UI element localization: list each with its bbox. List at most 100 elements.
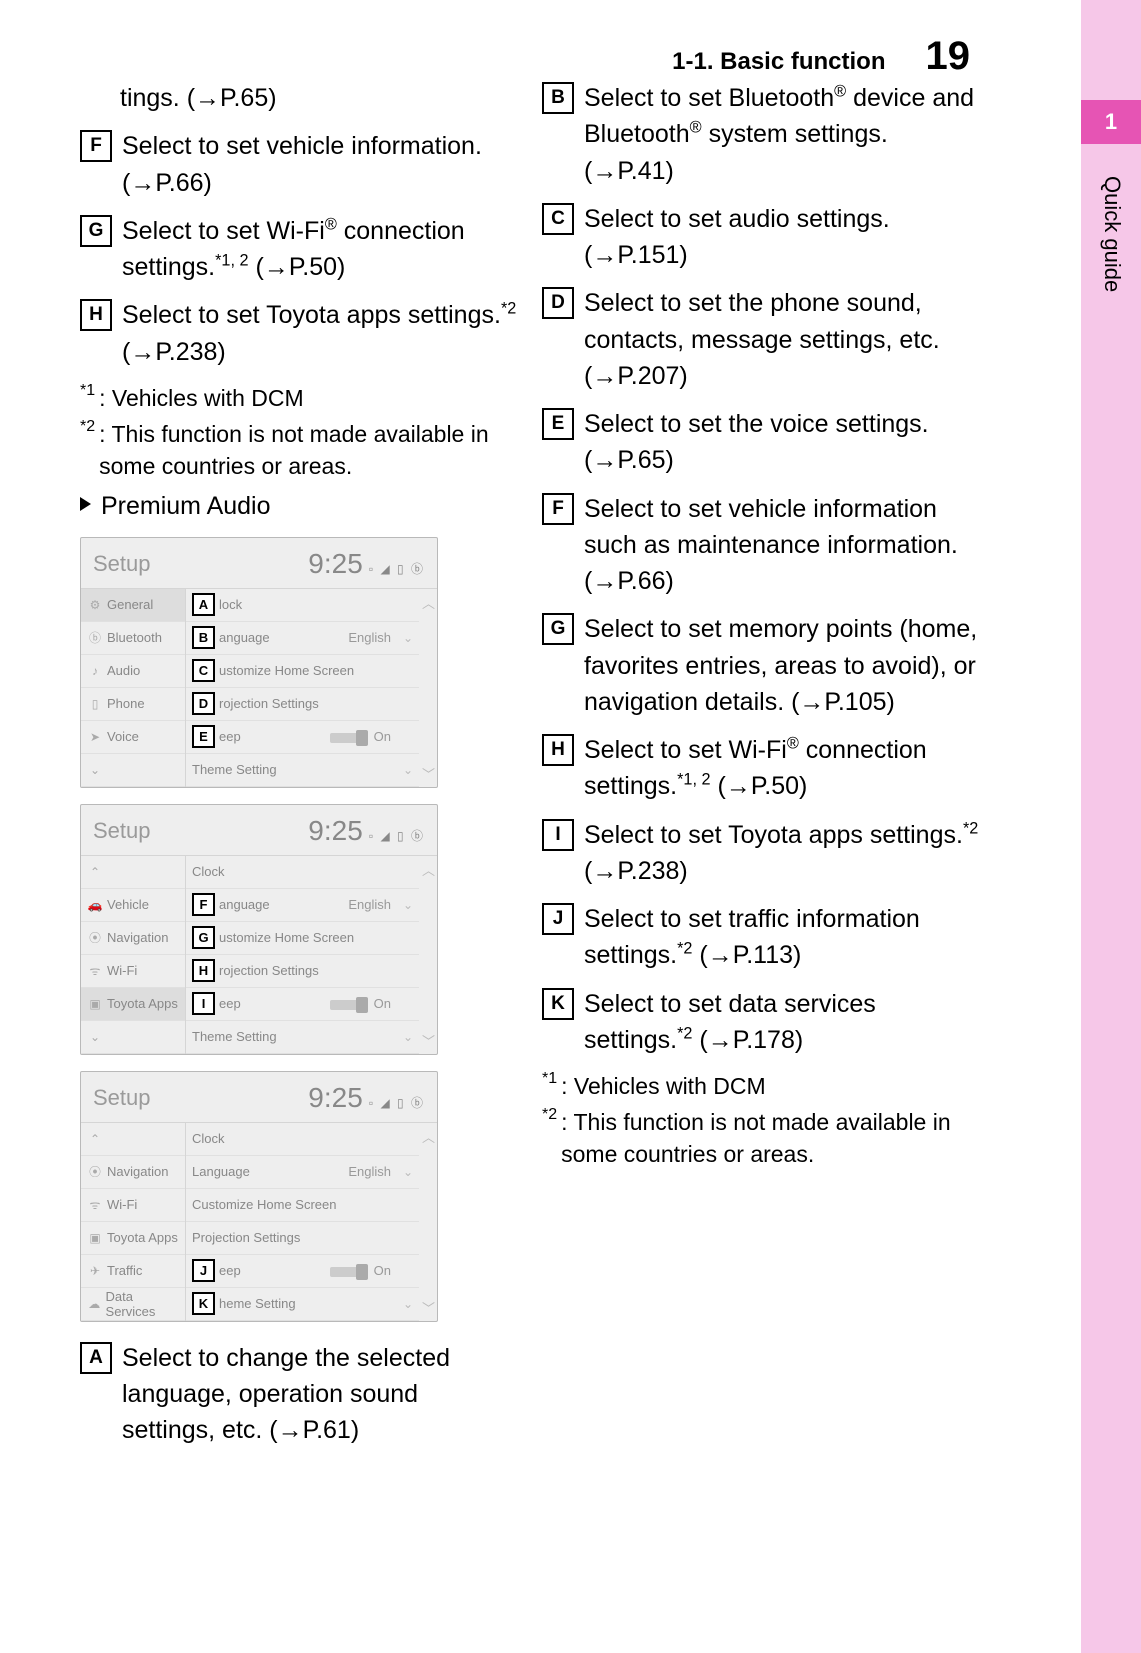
clock-time: 9:25 (308, 548, 363, 579)
scroll-up-icon[interactable]: ︿ (422, 860, 435, 879)
nav-label: Toyota Apps (107, 996, 178, 1011)
nav-icon: ⓑ (87, 629, 103, 646)
list-item: CSelect to set audio settings. (→P.151) (542, 201, 980, 274)
nav-label: Data Services (106, 1289, 179, 1319)
row-label: lock (219, 597, 242, 612)
scroll-down-icon[interactable]: ﹀ (422, 1031, 435, 1050)
list-item: KSelect to set data services settings.*2… (542, 986, 980, 1059)
settings-row[interactable]: LanguageEnglish⌄ (186, 1156, 419, 1189)
nav-row[interactable]: ♪Audio (81, 655, 185, 688)
nav-row[interactable]: 🚗Vehicle (81, 889, 185, 922)
screen-title: Setup (93, 818, 151, 844)
settings-row[interactable]: Gustomize Home Screen (186, 922, 419, 955)
row-value: On (330, 996, 391, 1011)
row-value: On (330, 729, 391, 744)
toggle-icon[interactable] (330, 1000, 368, 1010)
footnote-text: : Vehicles with DCM (561, 1070, 980, 1102)
letter-box: F (542, 493, 574, 525)
settings-row[interactable]: Theme Setting⌄ (186, 1021, 419, 1054)
scroll-down-icon[interactable]: ﹀ (422, 1298, 435, 1317)
row-label: Projection Settings (192, 1230, 300, 1245)
nav-row[interactable]: ⦿Navigation (81, 922, 185, 955)
item-text: Select to set Toyota apps settings.*2 (→… (584, 817, 980, 890)
nav-label: Toyota Apps (107, 1230, 178, 1245)
mini-letter: K (192, 1292, 215, 1315)
settings-row[interactable]: Ieep On (186, 988, 419, 1021)
nav-row[interactable]: ⌃ (81, 1123, 185, 1156)
screen-nav: ⌃ 🚗Vehicle⦿NavigationᯤWi-Fi ▣ Toyota Apps ⌄ (81, 856, 186, 1054)
settings-row[interactable]: Projection Settings (186, 1222, 419, 1255)
screen-title: Setup (93, 551, 151, 577)
nav-icon: ᯤ (87, 962, 103, 979)
chevron-down-icon: ⌄ (403, 898, 413, 912)
nav-icon: ⌃ (87, 865, 103, 879)
nav-icon: ▣ (87, 997, 103, 1011)
nav-row[interactable]: ⌃ (81, 856, 185, 889)
nav-icon: 🚗 (87, 898, 103, 912)
page-header: 1-1. Basic function 19 (0, 34, 982, 79)
footnote-text: : Vehicles with DCM (99, 382, 518, 414)
nav-row[interactable]: ⦿Navigation (81, 1156, 185, 1189)
settings-row[interactable]: Customize Home Screen (186, 655, 419, 688)
nav-label: Voice (107, 729, 139, 744)
toggle-icon[interactable] (330, 1267, 368, 1277)
settings-row[interactable]: BanguageEnglish⌄ (186, 622, 419, 655)
settings-row[interactable]: Customize Home Screen (186, 1189, 419, 1222)
row-label: Customize Home Screen (192, 1197, 337, 1212)
nav-icon: ⌃ (87, 1132, 103, 1146)
page-number: 19 (926, 34, 971, 79)
nav-label: Traffic (107, 1263, 142, 1278)
left-column: tings. (→P.65) FSelect to set vehicle in… (80, 80, 518, 1460)
toggle-icon[interactable] (330, 733, 368, 743)
scroll-up-icon[interactable]: ︿ (422, 1127, 435, 1146)
scroll-up-icon[interactable]: ︿ (422, 593, 435, 612)
row-label: eep (219, 729, 241, 744)
settings-row[interactable]: Drojection Settings (186, 688, 419, 721)
nav-row[interactable]: ᯤWi-Fi (81, 955, 185, 988)
row-label: eep (219, 996, 241, 1011)
item-text: Select to set traffic information settin… (584, 901, 980, 974)
screen-body: ⌃ ⦿NavigationᯤWi-Fi▣Toyota Apps✈Traffic ☁ D… (81, 1122, 437, 1321)
screen-title: Setup (93, 1085, 151, 1111)
settings-row[interactable]: FanguageEnglish⌄ (186, 889, 419, 922)
settings-row[interactable]: Alock (186, 589, 419, 622)
nav-icon: ☁ (87, 1297, 102, 1311)
screen-list: ︿ AlockBanguageEnglish⌄Customize Home Sc… (186, 589, 437, 787)
mini-letter: F (192, 893, 215, 916)
nav-row[interactable]: ▯Phone (81, 688, 185, 721)
mini-letter: I (192, 992, 215, 1015)
nav-row[interactable]: ➤Voice (81, 721, 185, 754)
nav-row[interactable]: ᯤWi-Fi (81, 1189, 185, 1222)
footnote: *1: Vehicles with DCM (80, 382, 518, 414)
nav-icon: ⌄ (87, 1030, 103, 1044)
settings-row[interactable]: Clock (186, 1123, 419, 1156)
clock-time: 9:25 (308, 1082, 363, 1113)
letter-box: E (542, 408, 574, 440)
settings-row[interactable]: Kheme Setting⌄ (186, 1288, 419, 1321)
nav-icon: ᯤ (87, 1196, 103, 1213)
settings-row[interactable]: JeepOn (186, 1255, 419, 1288)
letter-box: C (542, 203, 574, 235)
setup-screen: Setup 9:25 ▫ ◢ ▯ ⓑ ⌃⦿NavigationᯤWi-Fi▣To… (80, 1071, 438, 1322)
nav-row[interactable]: ▣ Toyota Apps (81, 988, 185, 1021)
scroll-down-icon[interactable]: ﹀ (422, 764, 435, 783)
nav-row[interactable]: ⚙General (81, 589, 185, 622)
settings-row[interactable]: EeepOn (186, 721, 419, 754)
settings-row[interactable]: Hrojection Settings (186, 955, 419, 988)
item-text: Select to set Bluetooth® device and Blue… (584, 80, 980, 189)
row-label: Clock (192, 1131, 225, 1146)
nav-row[interactable]: ☁ Data Services (81, 1288, 185, 1321)
mini-letter: C (192, 659, 215, 682)
settings-row[interactable]: Clock (186, 856, 419, 889)
settings-row[interactable]: Theme Setting⌄ (186, 754, 419, 787)
footnote-mark: *2 (80, 416, 95, 438)
nav-row[interactable]: ▣Toyota Apps (81, 1222, 185, 1255)
nav-row[interactable]: ✈Traffic (81, 1255, 185, 1288)
status-icons: ▫ ◢ ▯ ⓑ (369, 562, 425, 576)
list-item: ISelect to set Toyota apps settings.*2 (… (542, 817, 980, 890)
right-column: BSelect to set Bluetooth® device and Blu… (542, 80, 980, 1460)
nav-row[interactable]: ⌄ (81, 754, 185, 787)
nav-row[interactable]: ⌄ (81, 1021, 185, 1054)
nav-row[interactable]: ⓑ Bluetooth (81, 622, 185, 655)
nav-label: Bluetooth (107, 630, 162, 645)
